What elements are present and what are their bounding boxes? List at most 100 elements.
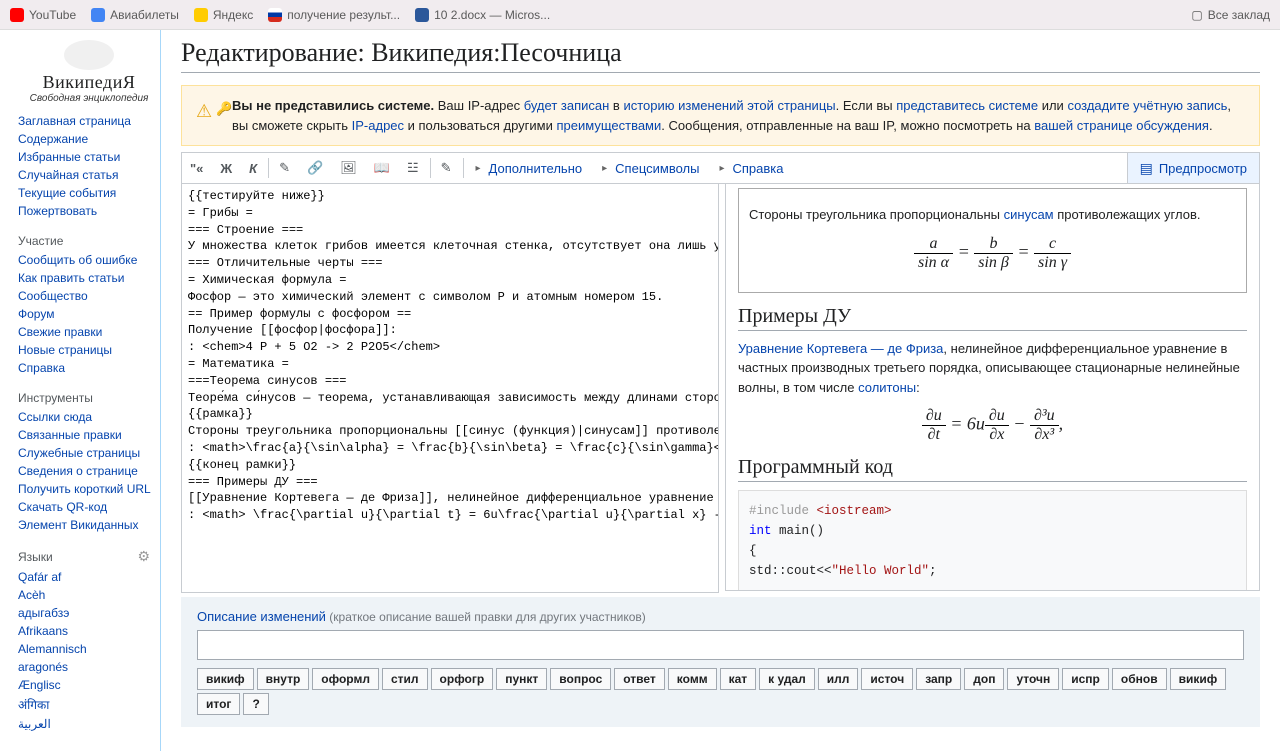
summary-tag-button[interactable]: доп xyxy=(964,668,1004,690)
kdv-formula: ∂u∂t = 6u∂u∂x − ∂³u∂x³, xyxy=(738,407,1247,444)
lang-item[interactable]: अंगिका xyxy=(18,698,49,712)
lang-item[interactable]: العربية xyxy=(18,717,51,731)
lang-item[interactable]: Alemannisch xyxy=(18,642,87,656)
nav-wikidata[interactable]: Элемент Викиданных xyxy=(18,518,139,532)
edit-button[interactable]: ✎ xyxy=(433,153,461,183)
lang-item[interactable]: Qafár af xyxy=(18,570,61,584)
summary-tag-button[interactable]: внутр xyxy=(257,668,310,690)
nav-community[interactable]: Сообщество xyxy=(18,289,88,303)
nav-shorturl[interactable]: Получить короткий URL xyxy=(18,482,151,496)
youtube-icon xyxy=(10,8,24,22)
summary-tag-button[interactable]: к удал xyxy=(759,668,815,690)
link-solitons[interactable]: солитоны xyxy=(858,380,916,395)
lang-item[interactable]: aragonés xyxy=(18,660,68,674)
nav-help[interactable]: Справка xyxy=(18,361,65,375)
nav-forum[interactable]: Форум xyxy=(18,307,54,321)
nav-main-page[interactable]: Заглавная страница xyxy=(18,114,131,128)
summary-tag-button[interactable]: запр xyxy=(916,668,961,690)
collapse-button[interactable]: "« xyxy=(182,153,212,183)
nav-donate[interactable]: Пожертвовать xyxy=(18,204,97,218)
editor-toolbar: "« Ж К ✎ 🔗 🖼 📖 ☳ ✎ Дополнительно Спецсим… xyxy=(181,152,1260,184)
bookmark-docx[interactable]: 10 2.docx — Micros... xyxy=(415,8,550,22)
signature-button[interactable]: ✎ xyxy=(271,153,299,183)
summary-tag-button[interactable]: испр xyxy=(1062,668,1109,690)
globe-icon xyxy=(64,40,114,70)
summary-input[interactable] xyxy=(197,630,1244,660)
summary-tag-button[interactable]: уточн xyxy=(1007,668,1059,690)
advanced-dropdown[interactable]: Дополнительно xyxy=(466,161,593,176)
help-dropdown[interactable]: Справка xyxy=(709,161,793,176)
link-sinus[interactable]: синусам xyxy=(1004,207,1054,222)
image-button[interactable]: 🖼 xyxy=(332,153,366,183)
lang-item[interactable]: Afrikaans xyxy=(18,624,68,638)
link-button[interactable]: 🔗 xyxy=(299,153,332,183)
summary-tag-button[interactable]: орфогр xyxy=(431,668,494,690)
link-signup[interactable]: создадите учётную запись xyxy=(1067,98,1227,113)
wikipedia-logo[interactable]: ВикипедиЯ Свободная энциклопедия xyxy=(18,40,160,104)
summary-tag-button[interactable]: ? xyxy=(243,693,268,715)
link-recorded[interactable]: будет записан xyxy=(524,98,610,113)
nav-random[interactable]: Случайная статья xyxy=(18,168,118,182)
wikitext-textarea[interactable] xyxy=(182,184,718,589)
summary-tag-button[interactable]: ответ xyxy=(614,668,665,690)
summary-tag-button[interactable]: стил xyxy=(382,668,428,690)
summary-tag-button[interactable]: комм xyxy=(668,668,717,690)
code-block: #include <iostream> int main() { std::co… xyxy=(738,490,1247,591)
key-icon: 🔑 xyxy=(216,99,232,119)
nav-howto[interactable]: Как править статьи xyxy=(18,271,124,285)
folder-icon: ▢ xyxy=(1191,8,1202,22)
bookmark-aviabilety[interactable]: Авиабилеты xyxy=(91,8,179,22)
summary-tag-button[interactable]: итог xyxy=(197,693,240,715)
preview-pane: Стороны треугольника пропорциональны син… xyxy=(725,184,1260,591)
flag-icon xyxy=(268,8,282,22)
summary-tag-button[interactable]: кат xyxy=(720,668,757,690)
nav-whatlinks[interactable]: Ссылки сюда xyxy=(18,410,92,424)
link-login[interactable]: представитесь системе xyxy=(896,98,1038,113)
link-ip[interactable]: IP-адрес xyxy=(352,118,404,133)
link-history[interactable]: историю изменений этой страницы xyxy=(623,98,835,113)
summary-tag-button[interactable]: источ xyxy=(861,668,913,690)
lang-item[interactable]: Acèh xyxy=(18,588,45,602)
summary-tag-button[interactable]: илл xyxy=(818,668,859,690)
gear-icon[interactable]: ⚙ xyxy=(137,548,150,565)
all-bookmarks[interactable]: ▢Все заклад xyxy=(1191,8,1270,22)
summary-tag-button[interactable]: викиф xyxy=(197,668,254,690)
heading-code: Программный код xyxy=(738,456,1247,482)
nav-pageinfo[interactable]: Сведения о странице xyxy=(18,464,138,478)
bold-button[interactable]: Ж xyxy=(212,153,241,183)
nav-special[interactable]: Служебные страницы xyxy=(18,446,140,460)
bookmark-youtube[interactable]: YouTube xyxy=(10,8,76,22)
nav-related[interactable]: Связанные правки xyxy=(18,428,122,442)
summary-label-link[interactable]: Описание изменений xyxy=(197,609,326,624)
summary-tag-button[interactable]: пункт xyxy=(496,668,547,690)
nav-featured[interactable]: Избранные статьи xyxy=(18,150,120,164)
nav-contents[interactable]: Содержание xyxy=(18,132,88,146)
nav-report[interactable]: Сообщить об ошибке xyxy=(18,253,137,267)
bookmark-result[interactable]: получение результ... xyxy=(268,8,400,22)
link-kdv[interactable]: Уравнение Кортевега — де Фриза xyxy=(738,341,943,356)
content: Редактирование: Википедия:Песочница ⚠ 🔑 … xyxy=(160,30,1280,751)
nav-recent[interactable]: Свежие правки xyxy=(18,325,102,339)
template-button[interactable]: ☳ xyxy=(399,153,428,183)
lang-item[interactable]: Ænglisc xyxy=(18,678,61,692)
summary-tag-button[interactable]: вопрос xyxy=(550,668,611,690)
nav-newpages[interactable]: Новые страницы xyxy=(18,343,112,357)
specialchars-dropdown[interactable]: Спецсимволы xyxy=(592,161,709,176)
reference-button[interactable]: 📖 xyxy=(366,153,399,183)
preview-button[interactable]: Предпросмотр xyxy=(1127,153,1259,183)
summary-tag-button[interactable]: викиф xyxy=(1170,668,1227,690)
italic-button[interactable]: К xyxy=(241,153,266,183)
nav-tools-heading: Инструменты xyxy=(18,385,160,408)
link-talkpage[interactable]: вашей странице обсуждения xyxy=(1034,118,1209,133)
lang-item[interactable]: адыгабзэ xyxy=(18,606,69,620)
nav-participate-heading: Участие xyxy=(18,228,160,251)
summary-tag-button[interactable]: оформл xyxy=(312,668,379,690)
yandex-icon xyxy=(194,8,208,22)
summary-tag-button[interactable]: обнов xyxy=(1112,668,1167,690)
link-benefits[interactable]: преимуществами xyxy=(556,118,661,133)
nav-current[interactable]: Текущие события xyxy=(18,186,116,200)
nav-lang-heading: Языки⚙ xyxy=(18,542,160,568)
bookmark-yandex[interactable]: Яндекс xyxy=(194,8,253,22)
nav-qr[interactable]: Скачать QR-код xyxy=(18,500,107,514)
edit-summary: Описание изменений (краткое описание ваш… xyxy=(181,597,1260,727)
